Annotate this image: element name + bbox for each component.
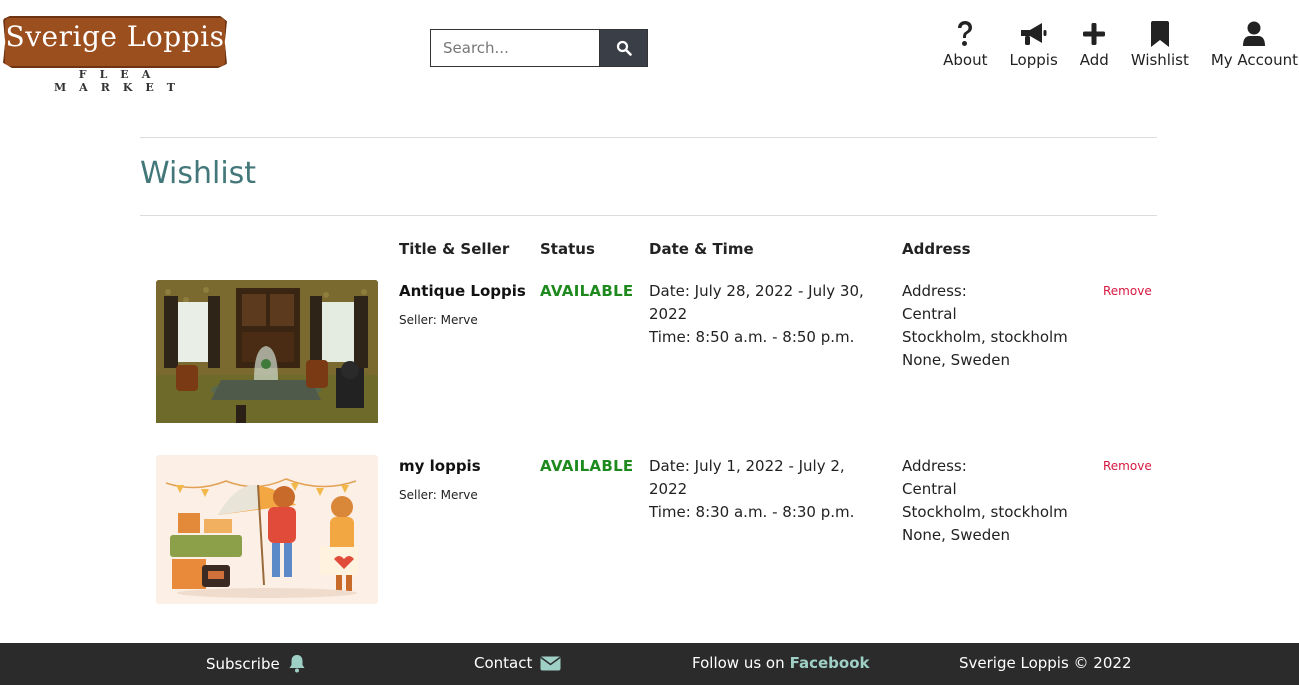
logo-subtitle: FLEA MARKET (54, 68, 188, 94)
contact-label: Contact (474, 654, 533, 672)
table-row: my loppis Seller: Merve AVAILABLE Date: … (140, 455, 1157, 630)
table-header: Title & Seller Status Date & Time Addres… (140, 216, 1157, 280)
copyright: Sverige Loppis © 2022 (959, 654, 1132, 672)
header-date-time: Date & Time (649, 240, 754, 258)
time-range: Time: 8:30 a.m. - 8:30 p.m. (649, 503, 855, 521)
address-street: Central (902, 480, 957, 498)
nav-wishlist-label: Wishlist (1130, 51, 1189, 69)
nav-about-label: About (943, 51, 988, 69)
date-time: Date: July 28, 2022 - July 30, 2022 Time… (649, 280, 884, 349)
antique-interior-photo[interactable] (156, 280, 378, 427)
search-button[interactable] (599, 29, 648, 67)
bell-icon (289, 655, 305, 673)
loppis-title[interactable]: Antique Loppis (399, 282, 526, 300)
date-range: Date: July 1, 2022 - July 2, 2022 (649, 457, 845, 498)
address-label: Address: (902, 457, 967, 475)
remove-link[interactable]: Remove (1103, 459, 1152, 473)
user-icon (1243, 21, 1266, 46)
contact-link[interactable]: Contact (474, 654, 561, 672)
nav-account[interactable]: My Account (1211, 20, 1298, 72)
seller-name: Seller: Merve (399, 313, 478, 327)
remove-link[interactable]: Remove (1103, 284, 1152, 298)
page-title: Wishlist (140, 156, 257, 191)
address-block: Address: Central Stockholm, stockholm No… (902, 280, 1092, 372)
address-block: Address: Central Stockholm, stockholm No… (902, 455, 1092, 547)
main-nav: About Loppis Add Wishlist My Account (932, 20, 1299, 72)
site-logo[interactable]: Sverige Loppis FLEA MARKET (0, 14, 230, 94)
address-label: Address: (902, 282, 967, 300)
subscribe-link[interactable]: Subscribe (206, 654, 306, 673)
nav-add[interactable]: Add (1080, 20, 1109, 72)
nav-about[interactable]: About (943, 20, 987, 72)
wishlist-section: Wishlist Title & Seller Status Date & Ti… (140, 137, 1157, 630)
site-footer: Subscribe Contact Follow us on Facebook … (0, 643, 1299, 685)
date-range: Date: July 28, 2022 - July 30, 2022 (649, 282, 864, 323)
nav-account-label: My Account (1210, 51, 1298, 69)
nav-loppis[interactable]: Loppis (1009, 20, 1058, 72)
flea-market-illustration[interactable] (156, 455, 378, 604)
date-time: Date: July 1, 2022 - July 2, 2022 Time: … (649, 455, 884, 524)
search-input[interactable] (430, 29, 599, 67)
subscribe-label: Subscribe (206, 654, 280, 673)
address-city: Stockholm, stockholm (902, 328, 1068, 346)
address-country: None, Sweden (902, 526, 1010, 544)
bookmark-icon (1150, 21, 1169, 47)
address-country: None, Sweden (902, 351, 1010, 369)
follow-prefix: Follow us on (692, 654, 785, 672)
plus-icon (1083, 23, 1106, 45)
nav-add-label: Add (1079, 51, 1109, 69)
seller-name: Seller: Merve (399, 488, 478, 502)
table-row: Antique Loppis Seller: Merve AVAILABLE D… (140, 280, 1157, 455)
loppis-title[interactable]: my loppis (399, 457, 481, 475)
facebook-link[interactable]: Facebook (790, 654, 870, 672)
nav-loppis-label: Loppis (1009, 51, 1058, 69)
envelope-icon (540, 656, 561, 670)
time-range: Time: 8:50 a.m. - 8:50 p.m. (649, 328, 855, 346)
megaphone-icon (1020, 23, 1047, 45)
address-street: Central (902, 305, 957, 323)
question-icon (958, 21, 973, 46)
header-title-seller: Title & Seller (399, 240, 510, 258)
search-form (430, 29, 648, 67)
status-badge: AVAILABLE (540, 282, 634, 300)
header-address: Address (902, 240, 971, 258)
address-city: Stockholm, stockholm (902, 503, 1068, 521)
header-status: Status (540, 240, 595, 258)
search-icon (616, 40, 632, 56)
follow-facebook: Follow us on Facebook (692, 654, 869, 672)
nav-wishlist[interactable]: Wishlist (1131, 20, 1189, 72)
site-header: Sverige Loppis FLEA MARKET About (0, 0, 1299, 100)
status-badge: AVAILABLE (540, 457, 634, 475)
logo-title: Sverige Loppis (5, 20, 225, 53)
